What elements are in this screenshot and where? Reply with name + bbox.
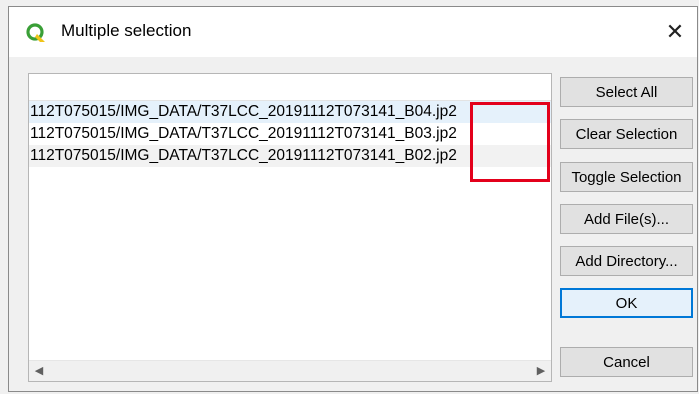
toggle-selection-button[interactable]: Toggle Selection [560, 162, 693, 192]
qgis-logo-icon [26, 23, 45, 42]
clear-selection-button[interactable]: Clear Selection [560, 119, 693, 149]
close-icon: ✕ [665, 19, 685, 44]
dialog-title: Multiple selection [61, 21, 192, 40]
list-header [29, 74, 551, 101]
scroll-right-icon[interactable]: ▶ [533, 363, 549, 379]
multiple-selection-dialog: Multiple selection ✕ 112T075015/IMG_DATA… [8, 6, 698, 392]
cancel-button[interactable]: Cancel [560, 347, 693, 377]
add-directory-button[interactable]: Add Directory... [560, 246, 693, 276]
add-files-button[interactable]: Add File(s)... [560, 204, 693, 234]
highlight-annotation [470, 102, 550, 182]
horizontal-scrollbar[interactable]: ◀ ▶ [29, 360, 551, 381]
select-all-button[interactable]: Select All [560, 77, 693, 107]
close-button[interactable]: ✕ [653, 7, 697, 57]
scroll-left-icon[interactable]: ◀ [31, 363, 47, 379]
ok-button[interactable]: OK [560, 288, 693, 318]
title-bar: Multiple selection ✕ [9, 7, 697, 57]
